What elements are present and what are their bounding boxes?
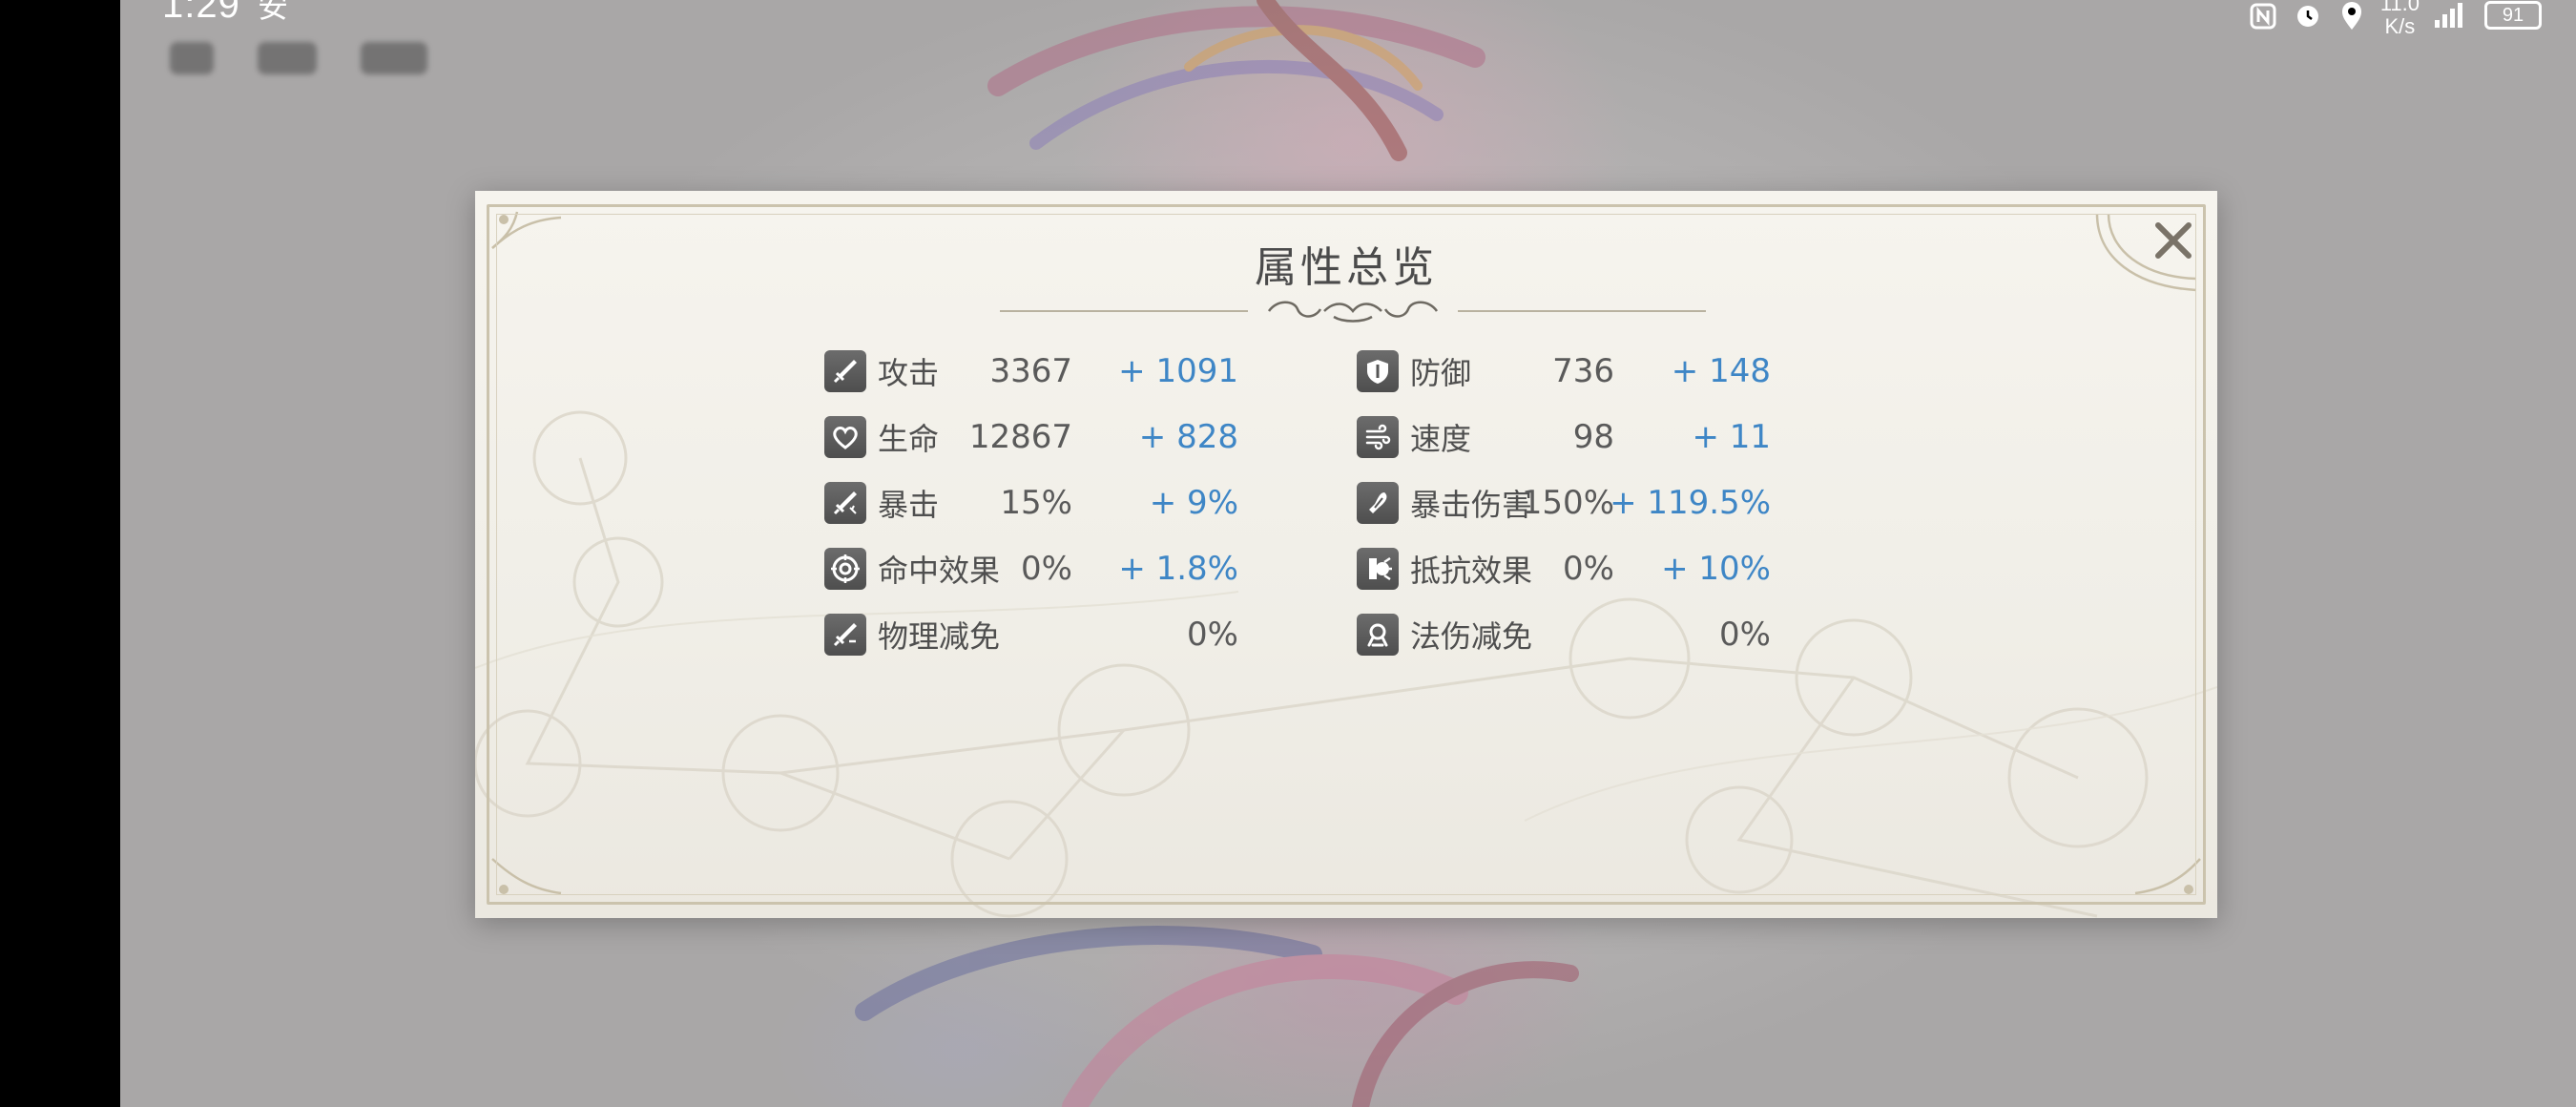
stat-label: 暴击伤害 [1410, 487, 1533, 523]
nfc-icon [2250, 3, 2276, 30]
close-icon[interactable] [2147, 214, 2200, 267]
stat-label: 暴击 [878, 487, 940, 523]
panel-title: 属性总览 [1255, 243, 1438, 292]
stat-base-value: 15% [1000, 484, 1072, 522]
stat-label: 防御 [1410, 355, 1472, 391]
stat-base-value: 12867 [968, 418, 1072, 456]
location-icon [2341, 2, 2361, 30]
battery-level: 91 [2502, 4, 2524, 26]
alarm-icon [2296, 6, 2318, 27]
status-time-suffix: 安 [257, 0, 289, 24]
stat-row-hp: 生命 12867 + 828 [824, 415, 1244, 459]
stat-row-physical-reduction: 物理减免 0% [824, 613, 1244, 657]
status-time: 1:29 安 [162, 0, 289, 27]
network-speed-unit: K/s [2384, 14, 2416, 38]
stat-label: 攻击 [878, 355, 940, 391]
target-icon [824, 548, 866, 590]
attribute-overview-panel: 属性总览 攻击 3367 + 1091 生命 12867 + 828 暴击 15… [475, 191, 2217, 918]
stat-label: 法伤减免 [1410, 618, 1533, 655]
stat-bonus-value: + 1091 [1118, 352, 1238, 390]
stat-base-value: 150% [1521, 484, 1614, 522]
stat-row-resistance: 抵抗效果 0% + 10% [1357, 547, 1778, 591]
stat-row-crit: 暴击 15% + 9% [824, 481, 1244, 525]
screen: 1:29 安 11.0 K/s 91 属性总览 攻击 3367 + 1091 生… [0, 0, 2576, 1107]
signal-icon [2435, 3, 2462, 28]
physical-reduction-icon [824, 614, 866, 656]
stat-bonus-value: 0% [1719, 616, 1771, 654]
shield-icon [1357, 350, 1399, 392]
stat-bonus-value: 0% [1187, 616, 1238, 654]
network-speed: 11.0 K/s [2380, 0, 2420, 38]
stat-label: 命中效果 [878, 553, 1001, 589]
stat-base-value: 736 [1552, 352, 1614, 390]
settings-icon[interactable] [361, 42, 427, 74]
stat-label: 速度 [1410, 421, 1472, 457]
battery-indicator: 91 [2484, 1, 2542, 30]
left-black-bar [0, 0, 120, 1107]
heart-icon [824, 416, 866, 458]
stat-bonus-value: + 119.5% [1610, 484, 1771, 522]
crit-sword-icon [824, 482, 866, 524]
stat-base-value: 3367 [989, 352, 1072, 390]
stat-row-accuracy: 命中效果 0% + 1.8% [824, 547, 1244, 591]
stat-base-value: 0% [1563, 550, 1614, 588]
stat-bonus-value: + 148 [1671, 352, 1771, 390]
stat-bonus-value: + 9% [1149, 484, 1238, 522]
network-speed-value: 11.0 [2379, 0, 2420, 15]
menu-icon[interactable] [258, 42, 317, 74]
stat-bonus-value: + 828 [1138, 418, 1238, 456]
crit-damage-icon [1357, 482, 1399, 524]
resist-icon [1357, 548, 1399, 590]
stat-bonus-value: + 11 [1692, 418, 1771, 456]
stat-label: 生命 [878, 421, 940, 457]
stat-row-attack: 攻击 3367 + 1091 [824, 349, 1244, 393]
stat-label: 物理减免 [878, 618, 1001, 655]
status-clock: 1:29 [162, 0, 240, 26]
back-icon[interactable] [170, 42, 214, 74]
stat-base-value: 98 [1572, 418, 1614, 456]
stat-base-value: 0% [1021, 550, 1072, 588]
stat-row-crit-damage: 暴击伤害 150% + 119.5% [1357, 481, 1778, 525]
sword-icon [824, 350, 866, 392]
status-icons: 11.0 K/s 91 [2249, 0, 2542, 38]
magic-reduction-icon [1357, 614, 1399, 656]
stat-row-defense: 防御 736 + 148 [1357, 349, 1778, 393]
stat-row-speed: 速度 98 + 11 [1357, 415, 1778, 459]
stat-row-magic-reduction: 法伤减免 0% [1357, 613, 1778, 657]
top-left-game-icons[interactable] [170, 42, 427, 74]
title-ornament [1000, 301, 1706, 323]
wind-icon [1357, 416, 1399, 458]
stat-bonus-value: + 10% [1661, 550, 1771, 588]
stat-label: 抵抗效果 [1410, 553, 1533, 589]
stat-bonus-value: + 1.8% [1118, 550, 1238, 588]
